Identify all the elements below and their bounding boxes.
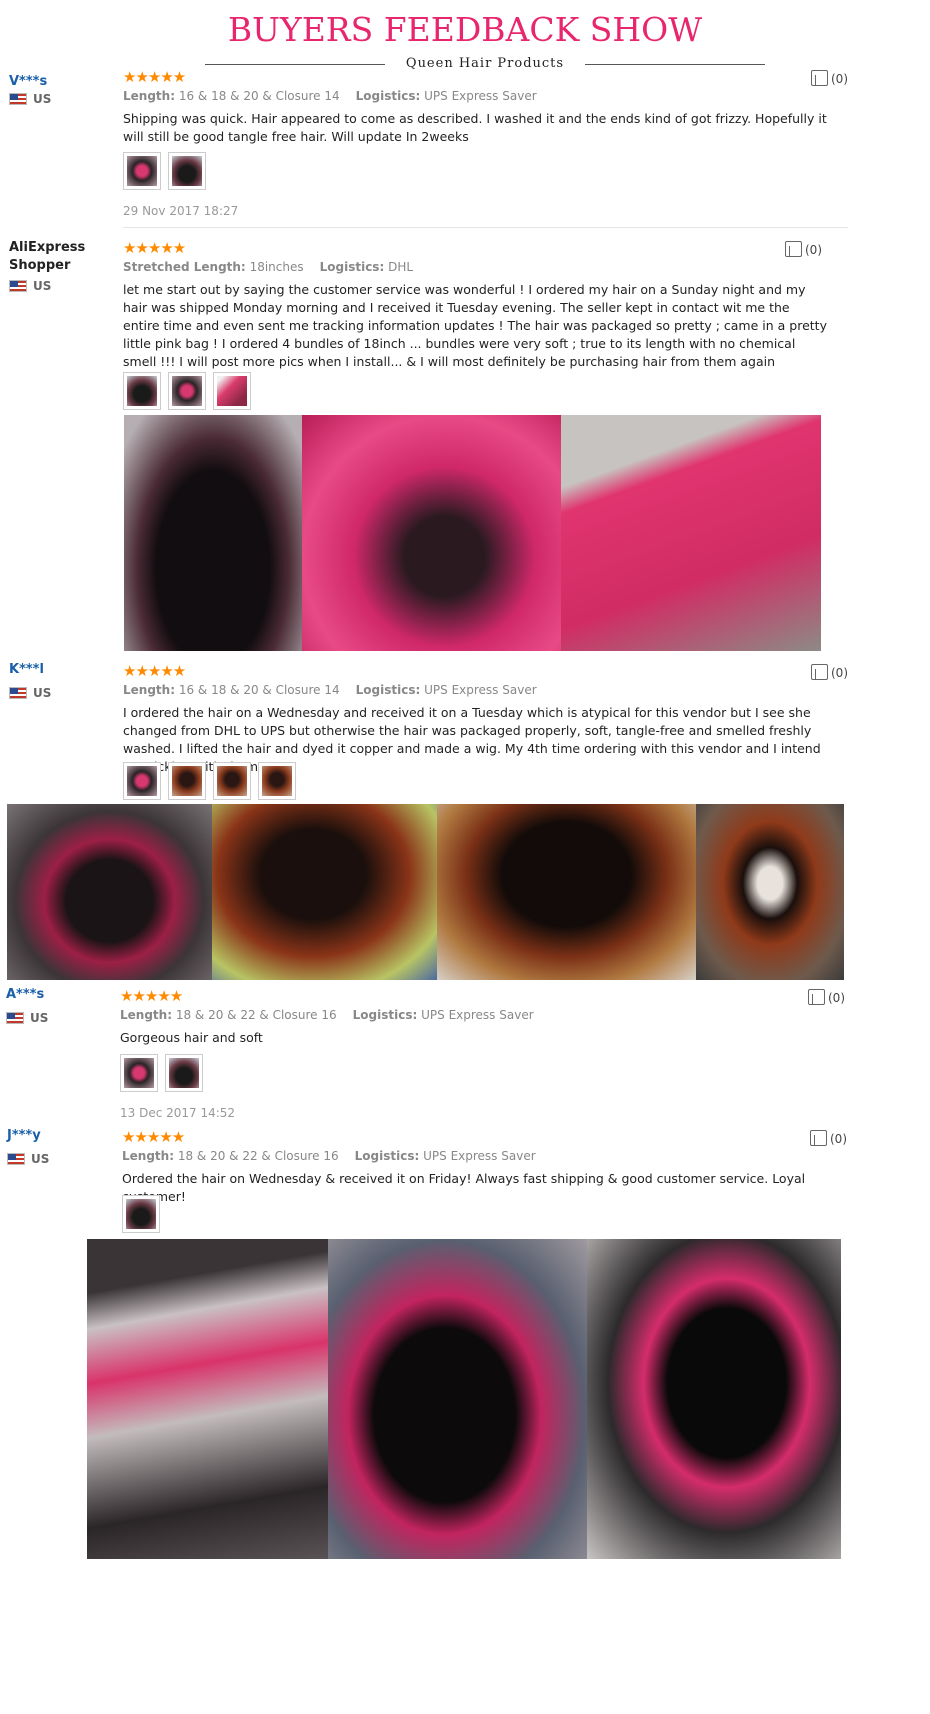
review-divider: [123, 227, 848, 228]
reviewer-name: K***l: [9, 662, 44, 677]
review-thumbnail[interactable]: [123, 762, 161, 800]
helpful-button[interactable]: (0): [811, 70, 848, 86]
review-meta: Length: 18 & 20 & 22 & Closure 16 Logisti…: [122, 1149, 536, 1163]
review-thumbnail[interactable]: [258, 762, 296, 800]
reviewer-name: A***s: [6, 987, 45, 1002]
review-thumbnail[interactable]: [123, 152, 161, 190]
review-thumbnails: [120, 1054, 203, 1092]
review-item: A***s US ★★★★★ Length: 18 & 20 & 22 & Cl…: [0, 987, 930, 1122]
review-photo-strip: [124, 415, 821, 651]
review-meta: Length: 16 & 18 & 20 & Closure 14 Logisti…: [123, 89, 537, 103]
review-thumbnail[interactable]: [168, 152, 206, 190]
reviewer-country: US: [9, 279, 51, 293]
review-thumbnail[interactable]: [213, 762, 251, 800]
review-meta: Stretched Length: 18inches Logistics: DHL: [123, 260, 414, 274]
review-thumbnail[interactable]: [122, 1195, 160, 1233]
review-thumbnail[interactable]: [123, 372, 161, 410]
helpful-button[interactable]: (0): [808, 989, 845, 1005]
reviewer-country: US: [9, 686, 51, 700]
page-title: BUYERS FEEDBACK SHOW: [227, 10, 703, 49]
star-rating: ★★★★★: [123, 239, 186, 257]
divider-left: [205, 64, 385, 65]
reviewer-country: US: [6, 1011, 48, 1025]
review-photo[interactable]: [561, 415, 821, 651]
review-text: let me start out by saying the customer …: [123, 282, 827, 369]
review-photo[interactable]: [696, 804, 844, 980]
review-text: Ordered the hair on Wednesday & received…: [122, 1171, 806, 1204]
review-thumbnail[interactable]: [120, 1054, 158, 1092]
divider-right: [585, 64, 765, 65]
review-thumbnail[interactable]: [165, 1054, 203, 1092]
reviewer-name: J***y: [7, 1128, 41, 1143]
review-photo[interactable]: [437, 804, 696, 980]
review-photo[interactable]: [7, 804, 212, 980]
review-photo[interactable]: [124, 415, 302, 651]
star-rating: ★★★★★: [123, 68, 186, 86]
reviewer-country: US: [7, 1152, 49, 1166]
star-rating: ★★★★★: [123, 662, 186, 680]
review-meta: Length: 16 & 18 & 20 & Closure 14 Logisti…: [123, 683, 537, 697]
review-thumbnail[interactable]: [168, 762, 206, 800]
thumbs-up-icon: [785, 241, 802, 257]
helpful-button[interactable]: (0): [810, 1130, 847, 1146]
reviewer-country: US: [9, 92, 51, 106]
review-photo[interactable]: [587, 1239, 841, 1559]
review-item: J***y US ★★★★★ Length: 18 & 20 & 22 & Cl…: [0, 1128, 930, 1238]
review-date: 13 Dec 2017 14:52: [120, 1106, 236, 1120]
review-meta: Length: 18 & 20 & 22 & Closure 16 Logisti…: [120, 1008, 534, 1022]
helpful-button[interactable]: (0): [785, 241, 822, 257]
review-thumbnails: [123, 372, 251, 410]
review-thumbnail[interactable]: [168, 372, 206, 410]
helpful-button[interactable]: (0): [811, 664, 848, 680]
star-rating: ★★★★★: [122, 1128, 185, 1146]
review-thumbnails: [122, 1195, 160, 1233]
review-photo[interactable]: [87, 1239, 328, 1559]
us-flag-icon: [9, 687, 27, 699]
review-photo[interactable]: [302, 415, 561, 651]
star-rating: ★★★★★: [120, 987, 183, 1005]
review-photo-strip: [87, 1239, 841, 1559]
review-text: Shipping was quick. Hair appeared to com…: [123, 111, 827, 144]
review-date: 29 Nov 2017 18:27: [123, 204, 239, 218]
thumbs-up-icon: [811, 664, 828, 680]
review-thumbnail[interactable]: [213, 372, 251, 410]
thumbs-up-icon: [811, 70, 828, 86]
review-photo[interactable]: [328, 1239, 587, 1559]
review-item: K***l US ★★★★★ Length: 16 & 18 & 20 & Cl…: [0, 662, 930, 802]
thumbs-up-icon: [808, 989, 825, 1005]
review-thumbnails: [123, 152, 206, 190]
reviewer-name: V***s: [9, 74, 48, 89]
review-thumbnails: [123, 762, 296, 800]
us-flag-icon: [9, 93, 27, 105]
review-text: Gorgeous hair and soft: [120, 1030, 263, 1045]
us-flag-icon: [7, 1153, 25, 1165]
review-item: V***s US ★★★★★ Length: 16 & 18 & 20 & Cl…: [0, 68, 930, 243]
review-photo-strip: [7, 804, 844, 980]
us-flag-icon: [6, 1012, 24, 1024]
thumbs-up-icon: [810, 1130, 827, 1146]
review-photo[interactable]: [212, 804, 437, 980]
page-header: BUYERS FEEDBACK SHOW Queen Hair Products: [0, 8, 930, 71]
reviewer-name: AliExpress Shopper: [9, 240, 86, 273]
us-flag-icon: [9, 280, 27, 292]
